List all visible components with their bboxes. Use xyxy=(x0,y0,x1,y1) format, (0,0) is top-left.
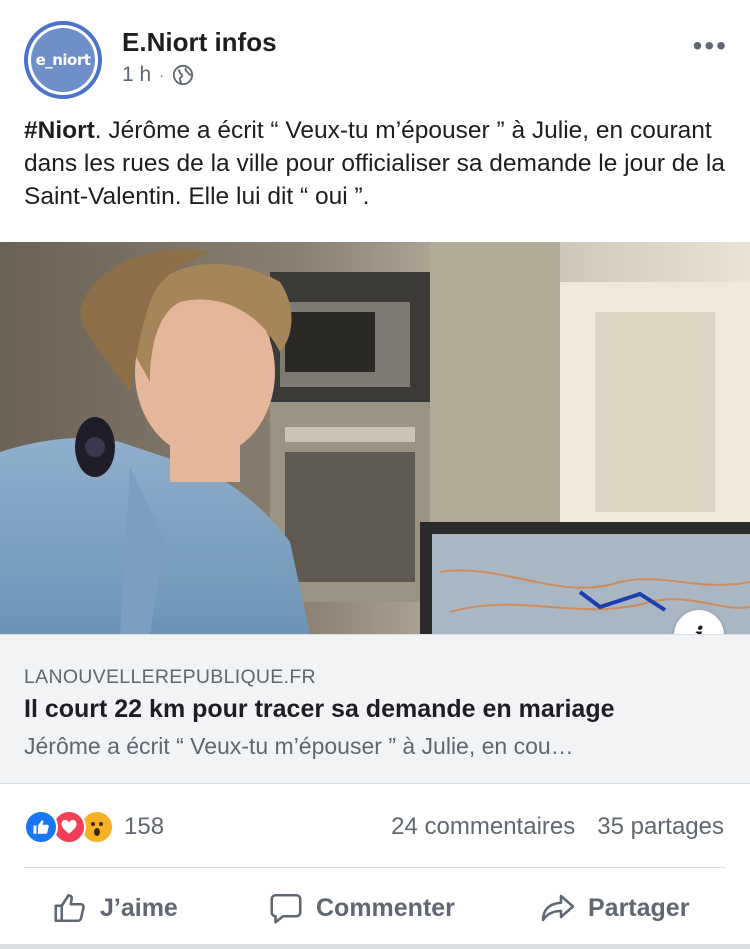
post-time[interactable]: 1 h xyxy=(122,63,151,87)
post-header: e_niort E.Niort infos 1 h · ••• xyxy=(0,0,750,110)
shares-count[interactable]: 35 partages xyxy=(597,813,724,841)
link-domain: LANOUVELLEREPUBLIQUE.FR xyxy=(24,666,316,688)
post-text: #Niort. Jérôme a écrit “ Veux-tu m’épous… xyxy=(24,114,734,213)
reactions-count: 158 xyxy=(124,813,165,840)
meta-separator: · xyxy=(159,67,164,83)
avatar-inner: e_niort xyxy=(31,28,95,92)
photo-illustration xyxy=(0,242,750,634)
bottom-separator xyxy=(0,944,750,949)
thumbs-up-icon xyxy=(54,893,85,923)
like-label: J’aime xyxy=(100,893,178,922)
reactions-summary[interactable]: 158 xyxy=(24,810,164,844)
comment-bubble-icon xyxy=(270,893,302,924)
actions-divider xyxy=(24,867,726,868)
page-name[interactable]: E.Niort infos xyxy=(122,27,277,58)
hashtag-link[interactable]: #Niort xyxy=(24,117,95,144)
share-arrow-icon xyxy=(541,894,575,922)
like-reaction-icon xyxy=(24,810,58,844)
avatar-text: e_niort xyxy=(35,51,91,69)
post-meta: 1 h · xyxy=(122,63,194,87)
globe-icon xyxy=(172,64,193,86)
link-title[interactable]: Il court 22 km pour tracer sa demande en… xyxy=(24,695,615,724)
link-preview[interactable]: LANOUVELLEREPUBLIQUE.FR Il court 22 km p… xyxy=(0,634,750,784)
like-button[interactable]: J’aime xyxy=(52,870,178,946)
comment-label: Commenter xyxy=(316,893,455,922)
link-image[interactable] xyxy=(0,242,750,634)
engagement-counts: 24 commentaires 35 partages xyxy=(391,813,724,841)
comment-button[interactable]: Commenter xyxy=(268,870,455,946)
comments-count[interactable]: 24 commentaires xyxy=(391,813,575,841)
share-button[interactable]: Partager xyxy=(540,870,689,946)
action-bar: J’aime Commenter Partager xyxy=(0,870,750,948)
link-description: Jérôme a écrit “ Veux-tu m’épouser ” à J… xyxy=(24,733,574,759)
post-body: . Jérôme a écrit “ Veux-tu m’épouser ” à… xyxy=(24,117,725,210)
share-label: Partager xyxy=(588,893,690,922)
page-avatar[interactable]: e_niort xyxy=(24,21,102,99)
more-options-icon[interactable]: ••• xyxy=(693,30,728,62)
